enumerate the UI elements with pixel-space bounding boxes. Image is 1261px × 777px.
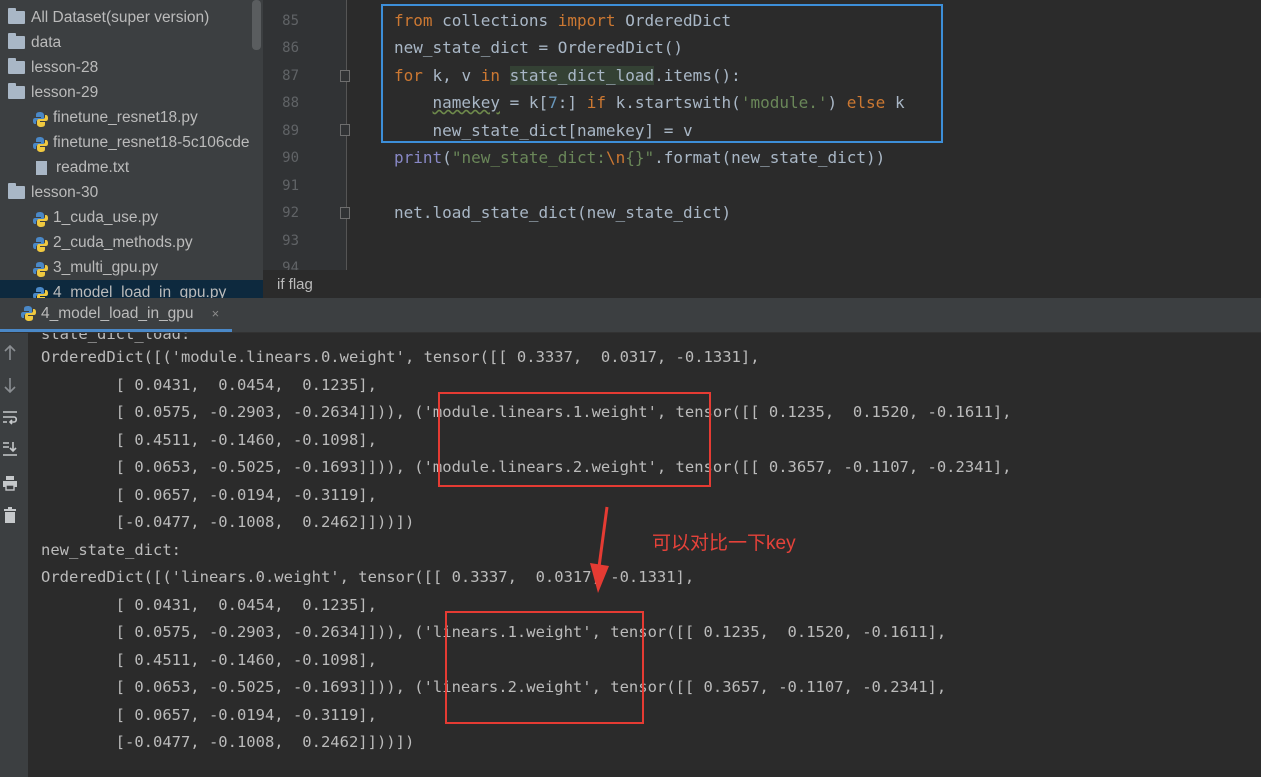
down-arrow-icon[interactable]	[0, 377, 20, 397]
tree-item-label: lesson-28	[31, 59, 99, 76]
text-file-icon	[36, 160, 47, 175]
line-number: 87	[282, 68, 299, 84]
run-toolbar	[0, 333, 28, 777]
tree-item[interactable]: readme.txt	[33, 155, 129, 180]
tree-item-label: finetune_resnet18.py	[53, 109, 198, 126]
console-line: [ 0.4511, -0.1460, -0.1098],	[41, 430, 377, 449]
tree-item[interactable]: 1_cuda_use.py	[33, 205, 158, 230]
code-editor[interactable]: 85 86 87 88 89 90 91 92 93 94 from collections im…	[263, 0, 1261, 270]
line-number: 94	[282, 260, 299, 270]
python-file-icon	[21, 306, 36, 321]
tree-item-label: lesson-29	[31, 84, 99, 101]
tree-item-label: 1_cuda_use.py	[53, 209, 159, 226]
console-line: [-0.0477, -0.1008, 0.2462]]))])	[41, 733, 415, 751]
tree-item-label: 3_multi_gpu.py	[53, 259, 159, 276]
fold-marker[interactable]	[340, 207, 350, 219]
console-line: [ 0.0657, -0.0194, -0.3119],	[41, 705, 377, 724]
folder-icon	[8, 8, 25, 24]
code-line-92[interactable]: net.load_state_dict(new_state_dict)	[394, 203, 731, 222]
python-file-icon	[33, 235, 48, 252]
line-number: 88	[282, 95, 299, 111]
trash-icon[interactable]	[0, 507, 20, 527]
arrow-annotation	[590, 506, 609, 593]
folder-icon	[8, 33, 25, 49]
line-number: 86	[282, 40, 299, 56]
code-highlight-box	[381, 4, 943, 143]
line-number: 85	[282, 13, 299, 29]
tree-item-label: readme.txt	[56, 159, 130, 176]
folder-icon	[8, 83, 25, 99]
console-line: [-0.0477, -0.1008, 0.2462]]))])	[41, 513, 415, 531]
breadcrumb[interactable]: if flag	[263, 270, 1261, 298]
python-file-icon	[33, 110, 48, 127]
console-line: [ 0.0431, 0.0454, 0.1235],	[41, 595, 377, 614]
console-line: new_state_dict:	[41, 541, 181, 559]
tree-item-label: finetune_resnet18-5c106cde	[53, 134, 250, 151]
python-file-icon	[33, 285, 48, 298]
run-tab-label: 4_model_load_in_gpu	[41, 304, 194, 322]
annotation-text: 可以对比一下key	[652, 533, 796, 554]
fold-marker[interactable]	[340, 124, 350, 136]
tree-item-label: All Dataset(super version)	[31, 9, 210, 26]
scroll-to-end-icon[interactable]	[0, 441, 20, 461]
run-tool-header: 4_model_load_in_gpu ×	[0, 298, 1261, 333]
tree-item[interactable]: data	[8, 30, 61, 55]
tree-item[interactable]: lesson-28	[8, 55, 98, 80]
line-number: 90	[282, 150, 299, 166]
code-line-90[interactable]: print("new_state_dict:\n{}".format(new_s…	[394, 148, 885, 167]
console-line: [ 0.0657, -0.0194, -0.3119],	[41, 485, 377, 504]
console-line: [ 0.4511, -0.1460, -0.1098],	[41, 650, 377, 669]
tree-item-label: data	[31, 34, 62, 51]
tree-item[interactable]: 2_cuda_methods.py	[33, 230, 193, 255]
console-line: OrderedDict([('module.linears.0.weight',…	[41, 348, 760, 366]
folder-icon	[8, 58, 25, 74]
tree-item-label: lesson-30	[31, 184, 99, 201]
tree-item[interactable]: finetune_resnet18-5c106cde	[33, 130, 249, 155]
console-line: [ 0.0431, 0.0454, 0.1235],	[41, 375, 377, 394]
line-number: 93	[282, 233, 299, 249]
tree-item[interactable]: 4_model_load_in_gpu.py	[0, 280, 263, 298]
run-tab[interactable]: 4_model_load_in_gpu ×	[0, 298, 232, 332]
tree-item[interactable]: 3_multi_gpu.py	[33, 255, 158, 280]
python-file-icon	[33, 210, 48, 227]
line-number: 92	[282, 205, 299, 221]
tree-item[interactable]: lesson-30	[8, 180, 98, 205]
highlight-box-stripped-keys	[445, 611, 644, 724]
up-arrow-icon[interactable]	[0, 344, 20, 365]
line-number: 89	[282, 123, 299, 139]
python-file-icon	[33, 260, 48, 277]
line-number: 91	[282, 178, 299, 194]
soft-wrap-icon[interactable]	[0, 409, 20, 429]
project-tree: All Dataset(super version) data lesson-28 l…	[0, 0, 263, 298]
highlight-box-module-keys	[438, 392, 711, 487]
tree-item[interactable]: All Dataset(super version)	[8, 5, 209, 30]
folder-icon	[8, 183, 25, 199]
scrollbar[interactable]	[252, 0, 261, 50]
fold-marker[interactable]	[340, 70, 350, 82]
tree-item[interactable]: lesson-29	[8, 80, 98, 105]
close-icon[interactable]: ×	[212, 306, 220, 321]
tree-item-label: 4_model_load_in_gpu.py	[53, 284, 227, 298]
console-line: state_dict_load:	[41, 333, 191, 343]
print-icon[interactable]	[0, 475, 20, 495]
tree-item-label: 2_cuda_methods.py	[53, 234, 193, 251]
tree-item[interactable]: finetune_resnet18.py	[33, 105, 198, 130]
python-file-icon	[33, 135, 48, 152]
